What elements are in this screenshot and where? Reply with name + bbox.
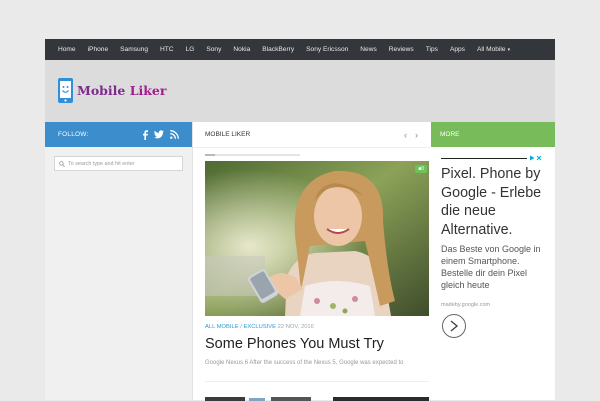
article-date: 22 NOV, 2016 <box>277 324 314 330</box>
nav-home[interactable]: Home <box>45 46 82 53</box>
chevron-down-icon: ▾ <box>507 47 511 53</box>
slider-progress-fill <box>205 154 215 156</box>
nav-news[interactable]: News <box>354 46 383 53</box>
slider-controls: ‹ › <box>404 130 418 140</box>
ad-choices-icon <box>530 155 535 161</box>
main-content: MOBILE LIKER ‹ › ■0 ALL MOBILE / EXCLUSI… <box>193 122 430 401</box>
nav-sony-ericsson[interactable]: Sony Ericsson <box>300 46 354 53</box>
ad-top-row <box>436 155 551 161</box>
nav-lg[interactable]: LG <box>180 46 201 53</box>
search-box <box>54 156 183 171</box>
chevron-right-icon <box>450 320 459 332</box>
featured-image[interactable]: ■0 <box>205 161 429 316</box>
section-title: MOBILE LIKER <box>205 131 251 138</box>
close-icon[interactable] <box>536 155 542 161</box>
chevron-right-icon[interactable]: › <box>415 130 418 140</box>
slider-progress-bar <box>205 154 300 156</box>
category-link-all-mobile[interactable]: ALL MOBILE <box>205 324 239 330</box>
left-sidebar: FOLLOW: <box>45 122 193 400</box>
nav-htc[interactable]: HTC <box>154 46 180 53</box>
social-links <box>142 129 179 140</box>
site-header: Mobile Liker <box>45 60 555 122</box>
follow-bar: FOLLOW: <box>45 122 192 147</box>
nav-tips[interactable]: Tips <box>420 46 444 53</box>
facebook-icon[interactable] <box>142 129 148 140</box>
search-input[interactable] <box>68 160 180 167</box>
featured-photo <box>205 161 429 316</box>
logo-word-1: Mobile <box>77 83 126 98</box>
logo-word-2: Liker <box>129 83 167 98</box>
nav-all-mobile[interactable]: All Mobile ▾ <box>471 46 516 53</box>
logo-text: Mobile Liker <box>77 83 166 98</box>
article-divider <box>205 381 429 382</box>
ad-url[interactable]: madeby.google.com <box>441 302 551 308</box>
site-logo[interactable]: Mobile Liker <box>57 77 166 104</box>
page-wrapper: Home iPhone Samsung HTC LG Sony Nokia Bl… <box>45 39 555 401</box>
article-excerpt: Google Nexus 6 After the success of the … <box>205 360 404 366</box>
ad-body: Das Beste von Google in einem Smartphone… <box>441 244 541 290</box>
more-label: MORE <box>440 131 460 138</box>
section-header: MOBILE LIKER ‹ › <box>193 122 430 148</box>
phone-logo-icon <box>58 78 73 103</box>
ad-choices[interactable] <box>529 155 542 161</box>
twitter-icon[interactable] <box>154 130 164 139</box>
nav-blackberry[interactable]: BlackBerry <box>256 46 300 53</box>
ad-open-button[interactable] <box>442 314 466 338</box>
category-link-exclusive[interactable]: EXCLUSIVE <box>244 324 277 330</box>
follow-label: FOLLOW: <box>58 131 89 138</box>
category-separator: / <box>240 324 242 330</box>
nav-iphone[interactable]: iPhone <box>82 46 115 53</box>
nav-sony[interactable]: Sony <box>200 46 227 53</box>
nav-samsung[interactable]: Samsung <box>114 46 154 53</box>
nav-apps[interactable]: Apps <box>444 46 471 53</box>
more-bar: MORE <box>431 122 555 147</box>
rss-icon[interactable] <box>170 130 179 139</box>
chevron-left-icon[interactable]: ‹ <box>404 130 407 140</box>
article-title[interactable]: Some Phones You Must Try <box>205 336 384 352</box>
nav-reviews[interactable]: Reviews <box>383 46 420 53</box>
ad-rule <box>441 157 527 159</box>
nav-all-mobile-label: All Mobile <box>476 46 506 53</box>
right-sidebar: MORE Pixel. Phone by Google - Erlebe die… <box>431 122 555 400</box>
main-nav: Home iPhone Samsung HTC LG Sony Nokia Bl… <box>45 39 555 60</box>
nav-nokia[interactable]: Nokia <box>227 46 256 53</box>
media-badge: ■0 <box>415 165 427 173</box>
article-meta: ALL MOBILE / EXCLUSIVE 22 NOV, 2016 <box>205 324 314 330</box>
ad-headline[interactable]: Pixel. Phone by Google - Erlebe die neue… <box>441 165 551 239</box>
search-icon <box>59 160 65 167</box>
advertisement[interactable]: Pixel. Phone by Google - Erlebe die neue… <box>436 155 551 338</box>
